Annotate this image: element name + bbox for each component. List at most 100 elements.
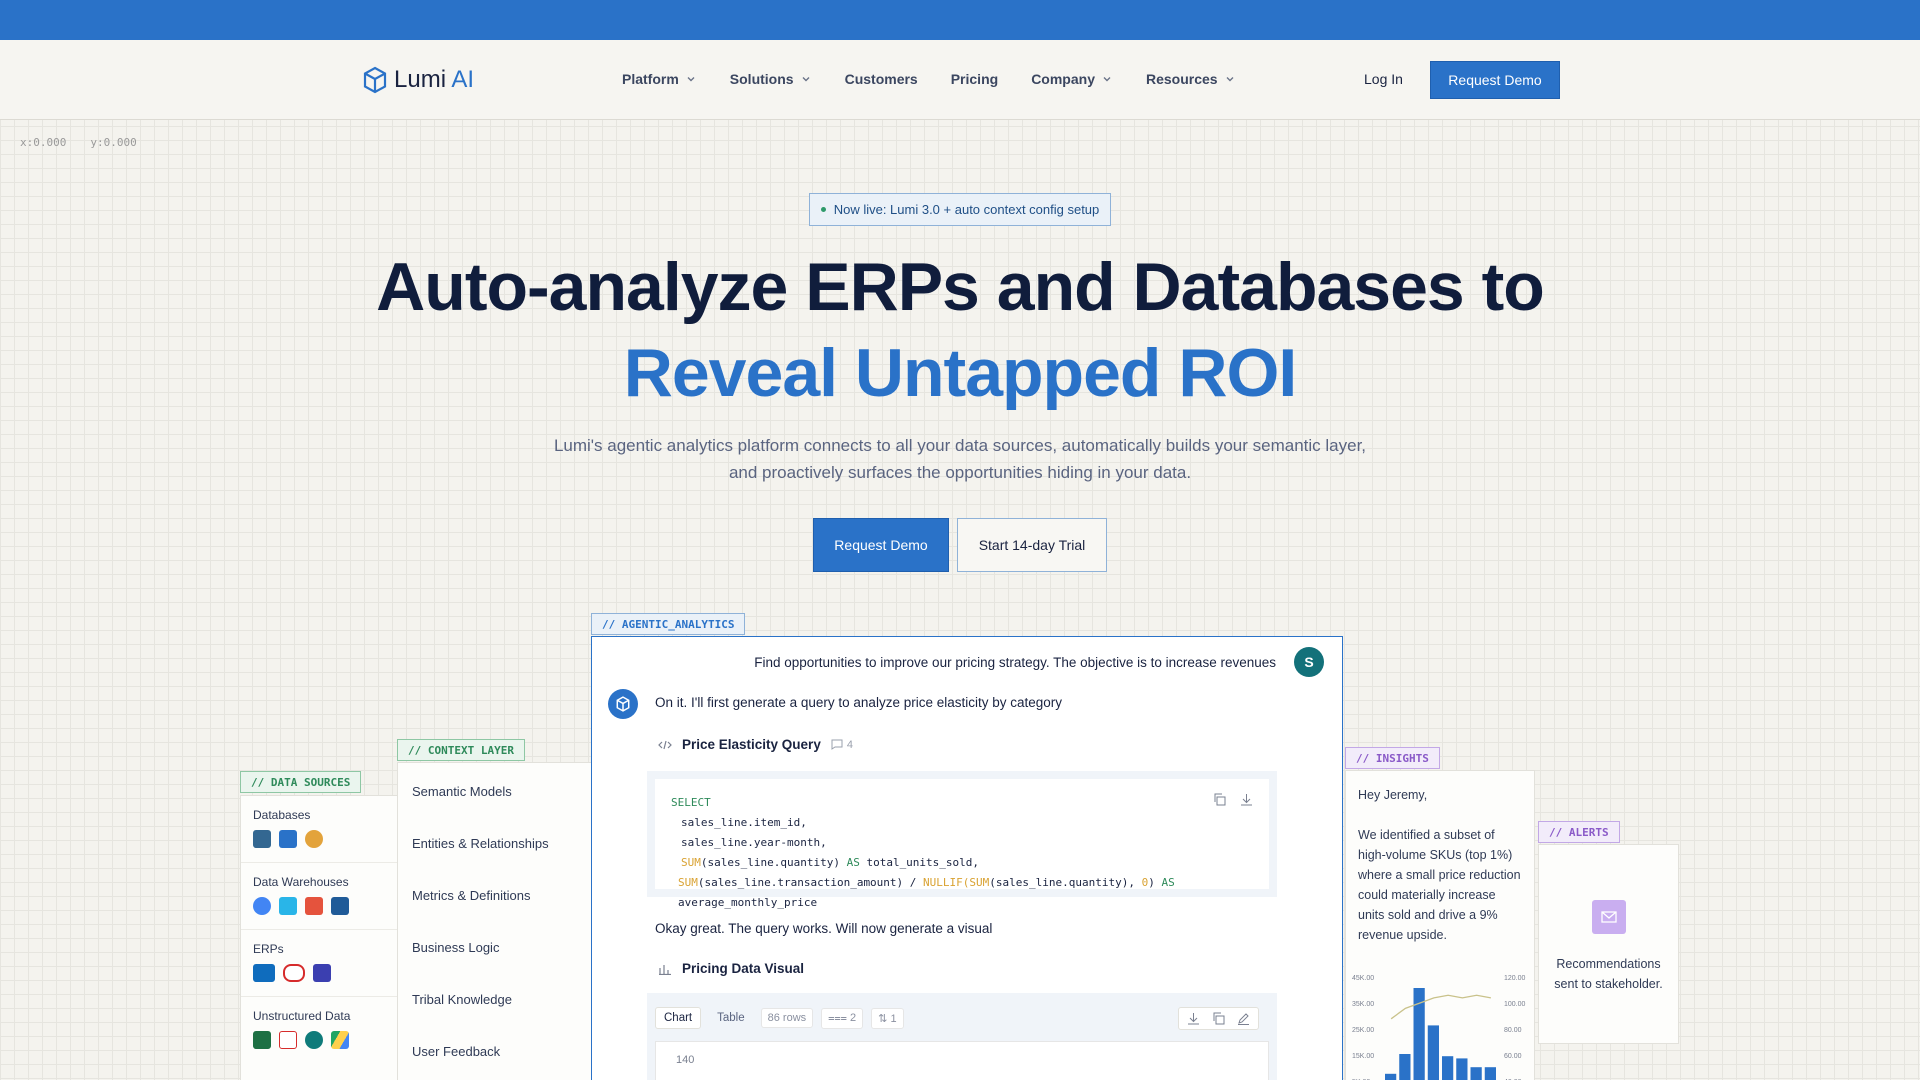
data-sources-tag: // DATA SOURCES [240, 771, 362, 793]
data-sources-panel: Databases Data Warehouses ERPs Unstructu… [240, 795, 398, 1080]
bigquery-icon [253, 897, 271, 915]
download-icon[interactable] [1187, 1012, 1200, 1025]
bot-message-2: Okay great. The query works. Will now ge… [655, 921, 993, 936]
sql-line: sales_line.item_id, [681, 816, 807, 829]
chart-bar [1484, 1067, 1496, 1080]
insights-tag: // INSIGHTS [1345, 747, 1440, 769]
release-badge[interactable]: Now live: Lumi 3.0 + auto context config… [809, 193, 1111, 226]
comment-icon [831, 739, 843, 750]
y-left-tick: 45K.00 [1352, 975, 1374, 982]
hero-request-demo-button[interactable]: Request Demo [813, 518, 949, 572]
chevron-down-icon [1103, 77, 1111, 82]
start-trial-button[interactable]: Start 14-day Trial [957, 518, 1107, 572]
login-link[interactable]: Log In [1364, 71, 1403, 87]
headline-line-1: Auto-analyze ERPs and Databases to [376, 249, 1545, 325]
user-message: Find opportunities to improve our pricin… [754, 655, 1276, 670]
sql-server-icon [279, 830, 297, 848]
edit-icon[interactable] [1237, 1012, 1250, 1025]
cube-logo-icon [363, 66, 387, 94]
y-axis-top-label: 140 [676, 1054, 695, 1066]
alerts-panel: Recommendations sent to stakeholder. [1538, 844, 1679, 1044]
mail-icon [1591, 900, 1626, 934]
comment-count[interactable]: 4 [831, 739, 853, 751]
coord-x: x:0.000 [20, 136, 67, 149]
chart-bar [1470, 1067, 1482, 1080]
chart-actions [1178, 1007, 1259, 1030]
visual-header[interactable]: Pricing Data Visual [658, 961, 804, 976]
sap-icon [253, 964, 275, 982]
chart-canvas: 140 [655, 1041, 1269, 1080]
ds-title-erps: ERPs [253, 942, 284, 956]
tab-chart[interactable]: Chart [655, 1007, 702, 1029]
sql-line: SUM(sales_line.transaction_amount) / NUL… [678, 876, 1175, 909]
sql-code-block: SELECT sales_line.item_id, sales_line.ye… [647, 771, 1277, 909]
hero-subtitle: Lumi's agentic analytics platform connec… [460, 432, 1460, 486]
alerts-tag: // ALERTS [1538, 821, 1620, 843]
menu-pricing[interactable]: Pricing [951, 70, 998, 88]
coord-y: y:0.000 [90, 136, 137, 149]
agentic-analytics-tag: // AGENTIC_ANALYTICS [591, 613, 746, 635]
subtitle-line-1: Lumi's agentic analytics platform connec… [553, 436, 1367, 455]
chart-bar [1399, 1054, 1411, 1080]
context-item: User Feedback [412, 1043, 501, 1059]
live-dot-icon [820, 207, 826, 212]
sort-count[interactable]: ⇅ 1 [871, 1007, 904, 1029]
logo-wordmark: Lumi AI [394, 66, 475, 93]
y-right-tick: 80.00 [1504, 1027, 1522, 1034]
context-layer-tag: // CONTEXT LAYER [397, 739, 525, 761]
query-title: Price Elasticity Query [682, 737, 821, 752]
redshift-icon [331, 897, 349, 915]
nav-request-demo-button[interactable]: Request Demo [1430, 61, 1560, 99]
insights-panel: Hey Jeremy, We identified a subset of hi… [1345, 770, 1535, 1080]
visual-block: Chart Table 86 rows ⩶ 2 ⇅ 1 140 [647, 993, 1277, 1080]
y-right-tick: 60.00 [1504, 1053, 1522, 1060]
chevron-down-icon [802, 77, 810, 82]
chart-bar [1442, 1056, 1454, 1080]
download-icon[interactable] [1240, 793, 1253, 806]
y-left-tick: 25K.00 [1352, 1027, 1374, 1034]
ds-title-databases: Databases [253, 808, 311, 822]
y-right-tick: 100.00 [1504, 1001, 1526, 1008]
insight-greeting: Hey Jeremy, [1358, 788, 1428, 802]
sql-line: SUM(sales_line.quantity) AS total_units_… [681, 856, 980, 869]
ds-title-warehouses: Data Warehouses [253, 875, 349, 889]
menu-resources[interactable]: Resources [1146, 70, 1236, 88]
tab-table[interactable]: Table [709, 1008, 753, 1028]
menu-solutions[interactable]: Solutions [730, 70, 812, 88]
y-left-tick: 35K.00 [1352, 1001, 1374, 1008]
context-item: Entities & Relationships [412, 835, 549, 851]
postgresql-icon [253, 830, 271, 848]
cursor-coordinates: x:0.000 y:0.000 [20, 136, 137, 149]
sql-code: SELECT sales_line.item_id, sales_line.ye… [655, 779, 1269, 909]
sql-keyword: SELECT [671, 796, 711, 809]
context-item: Semantic Models [412, 783, 512, 799]
user-avatar: S [1294, 647, 1324, 677]
chart-bar [1456, 1058, 1468, 1080]
copy-icon[interactable] [1212, 1012, 1225, 1025]
ds-title-unstructured: Unstructured Data [253, 1009, 351, 1023]
filter-count[interactable]: ⩶ 2 [821, 1007, 864, 1029]
context-item: Tribal Knowledge [412, 991, 512, 1007]
snowflake-icon [279, 897, 297, 915]
menu-customers[interactable]: Customers [845, 70, 918, 88]
row-count: 86 rows [760, 1008, 814, 1028]
insight-mini-chart: 45K.0035K.0025K.0015K.005K.00120.00100.0… [1352, 975, 1526, 1080]
copy-icon[interactable] [1213, 793, 1226, 806]
headline-line-2: Reveal Untapped ROI [623, 335, 1298, 411]
chart-line [1390, 994, 1491, 1020]
excel-icon [253, 1031, 271, 1049]
logo[interactable]: Lumi AI [362, 66, 474, 94]
context-item: Metrics & Definitions [412, 887, 531, 903]
insight-message: Hey Jeremy, We identified a subset of hi… [1346, 771, 1534, 959]
chart-toolbar: Chart Table 86 rows ⩶ 2 ⇅ 1 [655, 1007, 1269, 1029]
chart-bar [1427, 1025, 1439, 1080]
insight-body: We identified a subset of high-volume SK… [1358, 828, 1521, 942]
context-layer-panel: Semantic Models Entities & Relationships… [397, 762, 593, 1080]
chevron-down-icon [1226, 77, 1234, 82]
menu-platform[interactable]: Platform [622, 70, 697, 88]
subtitle-line-2: and proactively surfaces the opportuniti… [728, 463, 1192, 482]
menu-company[interactable]: Company [1031, 70, 1113, 88]
main-menu: Platform Solutions Customers Pricing Com… [622, 70, 1269, 88]
google-drive-icon [331, 1031, 349, 1049]
query-header[interactable]: Price Elasticity Query 4 [658, 737, 853, 752]
